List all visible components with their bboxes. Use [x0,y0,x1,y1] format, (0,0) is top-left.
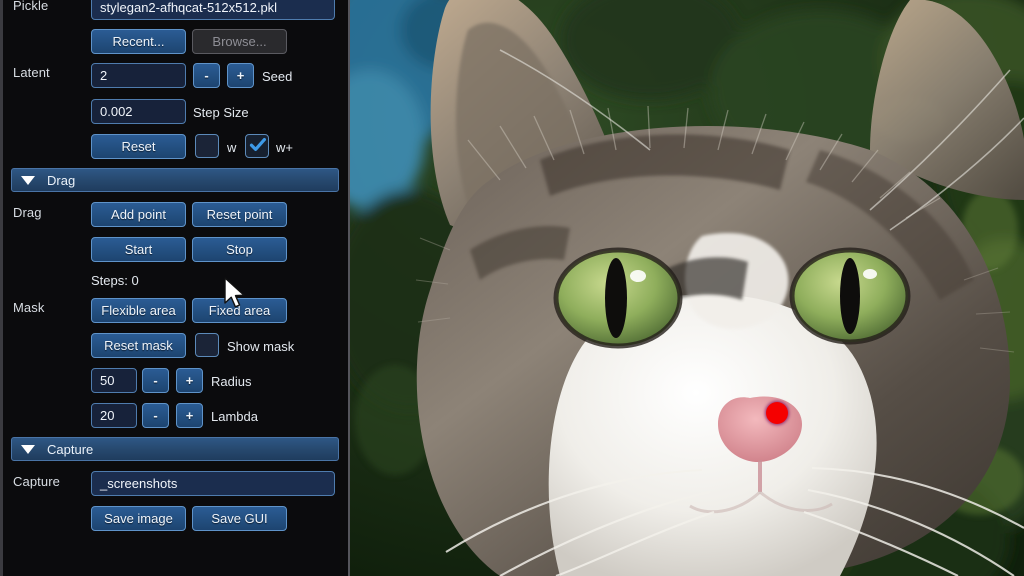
add-point-button[interactable]: Add point [91,202,186,227]
w-checkbox[interactable] [195,134,219,158]
drag-section-title: Drag [47,172,76,188]
draggan-window: Pickle stylegan2-afhqcat-512x512.pkl Rec… [0,0,1024,576]
radius-decrement-button[interactable]: - [142,368,169,393]
show-mask-label: Show mask [227,339,295,354]
check-icon [249,136,267,154]
start-button[interactable]: Start [91,237,186,262]
capture-path-input[interactable]: _screenshots [91,471,335,496]
radius-label: Radius [211,374,252,389]
lambda-input[interactable]: 20 [91,403,137,428]
cat-image [350,0,1024,576]
seed-decrement-button[interactable]: - [193,63,220,88]
capture-section-header[interactable]: Capture [11,437,339,461]
capture-section-title: Capture [47,441,94,457]
fixed-area-button[interactable]: Fixed area [192,298,287,323]
radius-increment-button[interactable]: + [176,368,203,393]
capture-row-label: Capture [13,474,60,489]
save-image-button[interactable]: Save image [91,506,186,531]
latent-label: Latent [13,65,50,80]
lambda-increment-button[interactable]: + [176,403,203,428]
show-mask-checkbox[interactable] [195,333,219,357]
reset-mask-button[interactable]: Reset mask [91,333,186,358]
lambda-decrement-button[interactable]: - [142,403,169,428]
step-size-label: Step Size [193,105,249,120]
drag-section-header[interactable]: Drag [11,168,339,192]
pickle-label: Pickle [13,0,49,13]
pickle-input[interactable]: stylegan2-afhqcat-512x512.pkl [91,0,335,20]
radius-input[interactable]: 50 [91,368,137,393]
stop-button[interactable]: Stop [192,237,287,262]
flexible-area-button[interactable]: Flexible area [91,298,186,323]
mask-row-label: Mask [13,300,45,315]
wplus-label: w+ [276,140,293,155]
browse-button[interactable]: Browse... [192,29,287,54]
steps-counter: Steps: 0 [91,273,139,288]
w-label: w [227,140,237,155]
drag-row-label: Drag [13,205,42,220]
chevron-down-icon [21,444,35,454]
save-gui-button[interactable]: Save GUI [192,506,287,531]
reset-point-button[interactable]: Reset point [192,202,287,227]
reset-latent-button[interactable]: Reset [91,134,186,159]
recent-button[interactable]: Recent... [91,29,186,54]
lambda-label: Lambda [211,409,258,424]
wplus-checkbox[interactable] [245,134,269,158]
seed-label: Seed [262,69,293,84]
seed-increment-button[interactable]: + [227,63,254,88]
drag-handle-point[interactable] [766,402,788,424]
generated-image-canvas[interactable] [350,0,1024,576]
chevron-down-icon [21,175,35,185]
seed-input[interactable]: 2 [91,63,186,88]
control-panel: Pickle stylegan2-afhqcat-512x512.pkl Rec… [0,0,350,576]
step-size-input[interactable]: 0.002 [91,99,186,124]
